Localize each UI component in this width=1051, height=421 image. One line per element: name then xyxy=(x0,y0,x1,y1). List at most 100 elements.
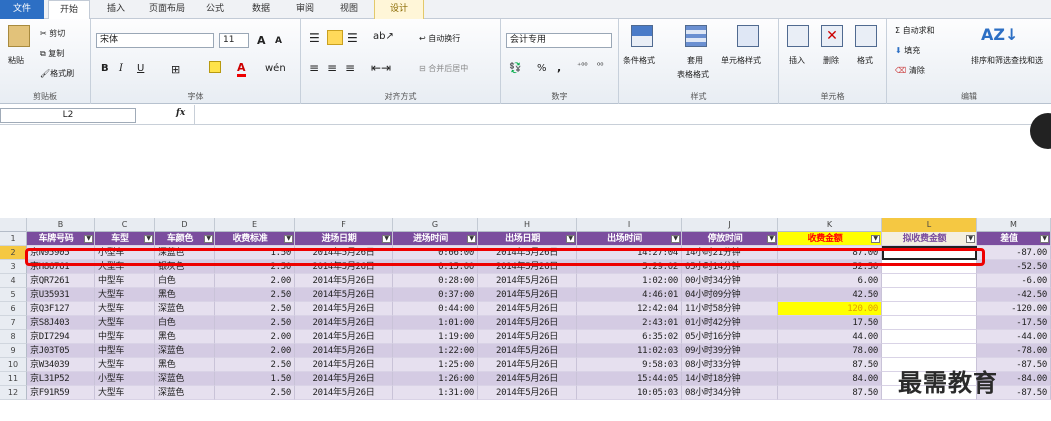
table-cell[interactable]: 5:29:02 xyxy=(577,260,682,274)
table-cell[interactable]: 2014年5月26日 xyxy=(478,344,577,358)
fill-color-icon[interactable] xyxy=(209,61,221,73)
align-middle-icon[interactable] xyxy=(327,30,343,45)
table-cell[interactable]: 中型车 xyxy=(95,344,155,358)
tab-view[interactable]: 视图 xyxy=(332,0,366,19)
table-cell[interactable]: 2.50 xyxy=(215,316,295,330)
filter-dropdown-icon[interactable]: ▼ xyxy=(566,235,575,243)
table-cell[interactable]: 0:06:00 xyxy=(393,246,478,260)
table-cell[interactable]: 小型车 xyxy=(95,372,155,386)
table-cell[interactable]: 2014年5月26日 xyxy=(478,372,577,386)
table-cell[interactable]: 2014年5月26日 xyxy=(478,358,577,372)
table-cell[interactable]: 1.50 xyxy=(215,246,295,260)
table-cell[interactable]: 京N95905 xyxy=(27,246,95,260)
table-cell[interactable]: 08小时33分钟 xyxy=(682,358,778,372)
wrap-text-button[interactable]: ↩ 自动换行 xyxy=(419,33,460,44)
align-right-icon[interactable]: ≡ xyxy=(345,61,355,75)
table-cell[interactable]: 深蓝色 xyxy=(155,302,215,316)
table-cell[interactable]: 2014年5月26日 xyxy=(295,288,393,302)
table-cell[interactable]: 14:27:04 xyxy=(577,246,682,260)
table-cell[interactable]: 小型车 xyxy=(95,246,155,260)
table-cell[interactable]: 6:35:02 xyxy=(577,330,682,344)
column-header-E[interactable]: E xyxy=(215,218,295,232)
column-header-I[interactable]: I xyxy=(577,218,682,232)
align-left-icon[interactable]: ≡ xyxy=(309,61,319,75)
table-cell[interactable] xyxy=(882,330,977,344)
bold-button[interactable]: B xyxy=(101,63,109,74)
orientation-icon[interactable]: ab↗ xyxy=(373,31,394,42)
sort-filter-icon[interactable]: AZ↓ xyxy=(981,25,1018,44)
table-cell[interactable]: 4:46:01 xyxy=(577,288,682,302)
table-cell[interactable]: 中型车 xyxy=(95,274,155,288)
table-cell[interactable]: 大型车 xyxy=(95,358,155,372)
shrink-font-button[interactable]: A xyxy=(275,36,282,46)
format-painter-button[interactable]: 🖌格式刷 xyxy=(40,68,74,79)
table-cell[interactable]: 1:22:00 xyxy=(393,344,478,358)
table-cell[interactable]: 2014年5月26日 xyxy=(295,274,393,288)
table-cell[interactable]: 白色 xyxy=(155,274,215,288)
column-header-F[interactable]: F xyxy=(295,218,393,232)
tab-data[interactable]: 数据 xyxy=(244,0,278,19)
find-select-button[interactable]: 查找和选 xyxy=(1011,55,1043,66)
row-header-11[interactable]: 11 xyxy=(0,372,27,386)
borders-icon[interactable]: ⊞ xyxy=(171,63,180,76)
table-format-label-1[interactable]: 套用 xyxy=(687,55,703,66)
table-cell[interactable] xyxy=(882,344,977,358)
paste-icon[interactable] xyxy=(8,25,30,47)
table-cell[interactable]: 6.00 xyxy=(778,274,882,288)
column-header-D[interactable]: D xyxy=(155,218,215,232)
tab-page-layout[interactable]: 页面布局 xyxy=(140,0,194,19)
row-header-3[interactable]: 3 xyxy=(0,260,27,274)
column-header-J[interactable]: J xyxy=(682,218,778,232)
table-cell[interactable]: 白色 xyxy=(155,316,215,330)
table-cell[interactable]: -6.00 xyxy=(977,274,1051,288)
column-header-B[interactable]: B xyxy=(27,218,95,232)
table-cell[interactable]: 深蓝色 xyxy=(155,344,215,358)
font-color-icon[interactable]: A xyxy=(237,61,246,77)
table-cell[interactable] xyxy=(882,316,977,330)
table-cell[interactable]: 大型车 xyxy=(95,302,155,316)
format-cells-icon[interactable] xyxy=(855,25,877,47)
table-cell[interactable]: 大型车 xyxy=(95,288,155,302)
column-header-H[interactable]: H xyxy=(478,218,577,232)
table-cell[interactable]: 87.50 xyxy=(778,358,882,372)
table-cell[interactable]: 2014年5月26日 xyxy=(478,330,577,344)
filter-dropdown-icon[interactable]: ▼ xyxy=(284,235,293,243)
table-cell[interactable]: 11:02:03 xyxy=(577,344,682,358)
insert-cells-button[interactable]: 插入 xyxy=(789,55,805,66)
table-cell[interactable]: 2014年5月26日 xyxy=(478,288,577,302)
table-cell[interactable]: 2014年5月26日 xyxy=(478,274,577,288)
table-cell[interactable]: 1:26:00 xyxy=(393,372,478,386)
filter-dropdown-icon[interactable]: ▼ xyxy=(767,235,776,243)
table-cell[interactable]: 87.50 xyxy=(778,386,882,400)
filter-dropdown-icon[interactable]: ▼ xyxy=(382,235,391,243)
table-cell[interactable]: 京W34039 xyxy=(27,358,95,372)
table-cell[interactable]: -17.50 xyxy=(977,316,1051,330)
table-cell[interactable]: 深蓝色 xyxy=(155,386,215,400)
table-cell[interactable]: 2014年5月26日 xyxy=(295,386,393,400)
table-format-label-2[interactable]: 表格格式 xyxy=(677,69,709,80)
table-cell[interactable]: 大型车 xyxy=(95,316,155,330)
row-header-6[interactable]: 6 xyxy=(0,302,27,316)
filter-dropdown-icon[interactable]: ▼ xyxy=(871,235,880,243)
table-cell[interactable]: 大型车 xyxy=(95,386,155,400)
align-center-icon[interactable]: ≡ xyxy=(327,61,337,75)
table-cell[interactable]: -44.00 xyxy=(977,330,1051,344)
table-cell[interactable]: 12:42:04 xyxy=(577,302,682,316)
align-top-icon[interactable]: ☰ xyxy=(309,31,320,45)
table-cell[interactable]: 2.00 xyxy=(215,330,295,344)
table-cell[interactable]: 14小时21分钟 xyxy=(682,246,778,260)
cut-button[interactable]: ✂ 剪切 xyxy=(40,28,65,39)
table-cell[interactable]: 78.00 xyxy=(778,344,882,358)
insert-function-button[interactable]: fx xyxy=(176,108,185,118)
autosum-button[interactable]: Σ 自动求和 xyxy=(895,25,935,36)
table-cell[interactable]: 2.50 xyxy=(215,288,295,302)
table-cell[interactable]: -42.50 xyxy=(977,288,1051,302)
row-header-1[interactable]: 1 xyxy=(0,232,27,246)
row-header-2[interactable]: 2 xyxy=(0,246,27,260)
table-cell[interactable]: 京DI7294 xyxy=(27,330,95,344)
filter-dropdown-icon[interactable]: ▼ xyxy=(144,235,153,243)
conditional-format-button[interactable]: 条件格式 xyxy=(623,55,655,66)
column-header-C[interactable]: C xyxy=(95,218,155,232)
table-cell[interactable]: 2.50 xyxy=(215,386,295,400)
table-cell[interactable]: 2:43:01 xyxy=(577,316,682,330)
